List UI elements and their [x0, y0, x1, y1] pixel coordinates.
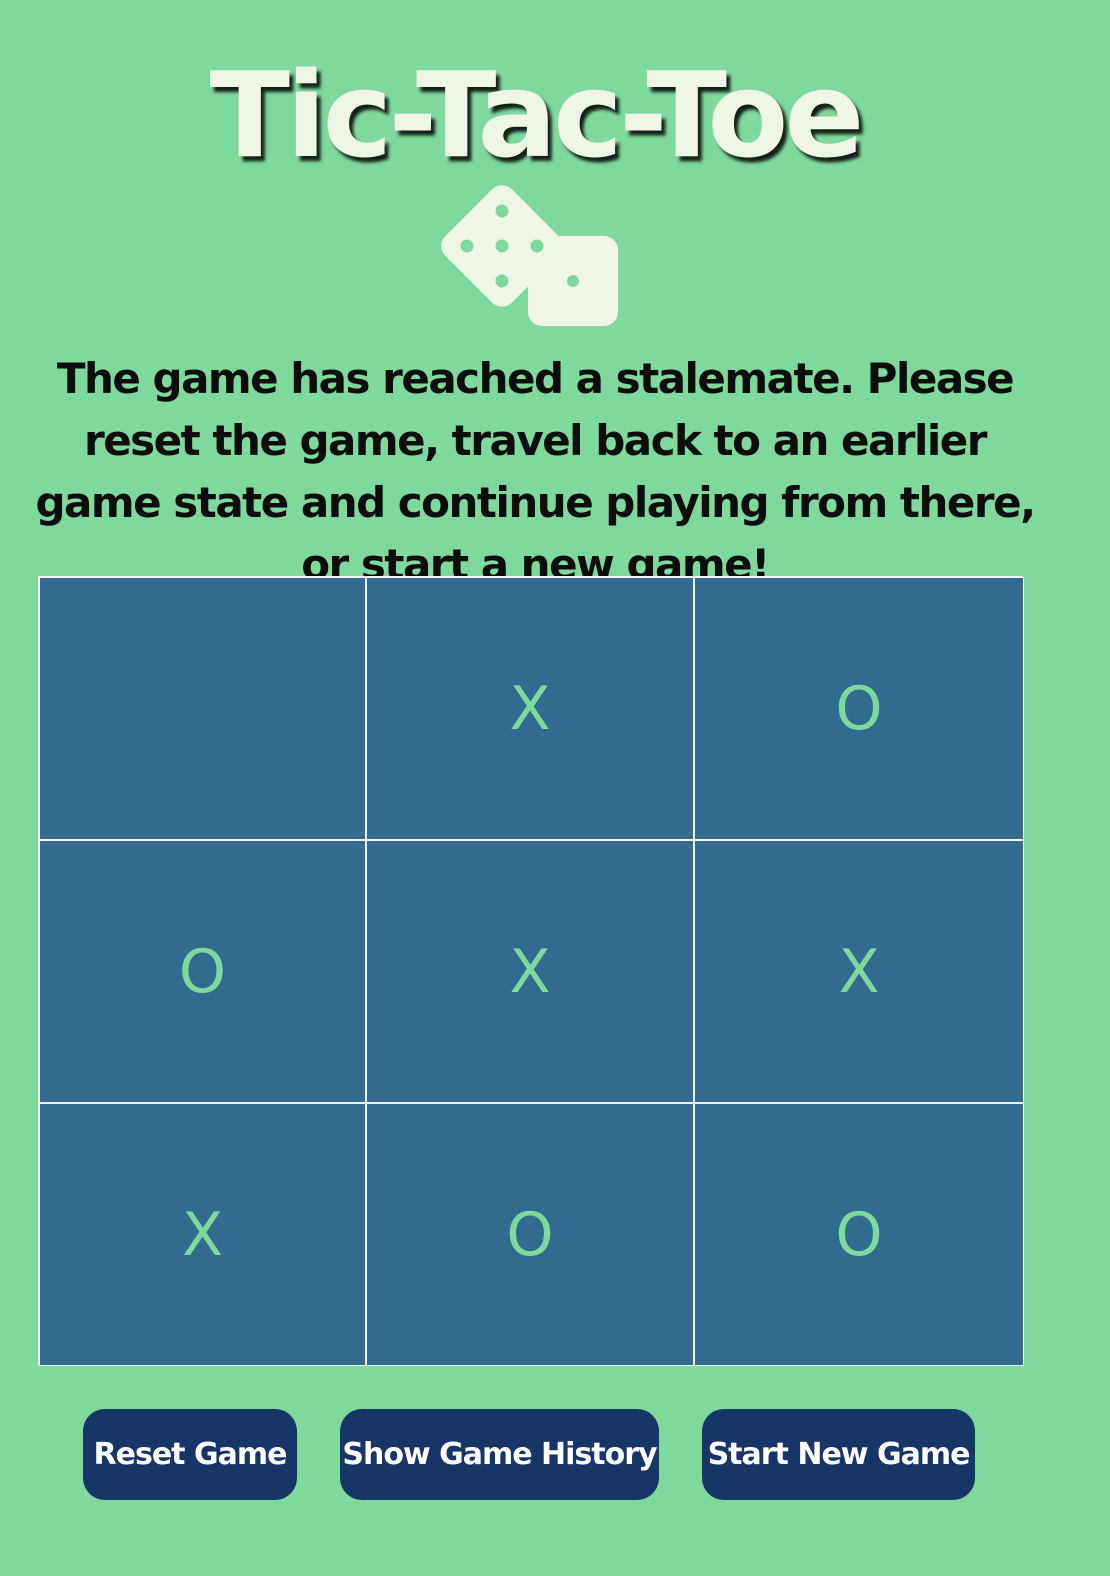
game-board: X O O X X X O O	[38, 576, 1024, 1366]
board-cell-3[interactable]: O	[694, 577, 1024, 840]
start-new-game-button[interactable]: Start New Game	[702, 1409, 975, 1500]
board-cell-9[interactable]: O	[694, 1103, 1024, 1366]
board-cell-8[interactable]: O	[366, 1103, 694, 1366]
board-cell-7[interactable]: X	[39, 1103, 366, 1366]
status-message: The game has reached a stalemate. Please…	[35, 354, 1036, 589]
reset-game-button[interactable]: Reset Game	[83, 1409, 297, 1500]
show-game-history-button[interactable]: Show Game History	[340, 1409, 659, 1500]
board-cell-1[interactable]	[39, 577, 366, 840]
board-cell-2[interactable]: X	[366, 577, 694, 840]
board-cell-6[interactable]: X	[694, 840, 1024, 1103]
board-cell-4[interactable]: O	[39, 840, 366, 1103]
page-title: Tic-Tac-Toe	[209, 46, 865, 184]
dice-icon	[441, 185, 618, 326]
board-cell-5[interactable]: X	[366, 840, 694, 1103]
